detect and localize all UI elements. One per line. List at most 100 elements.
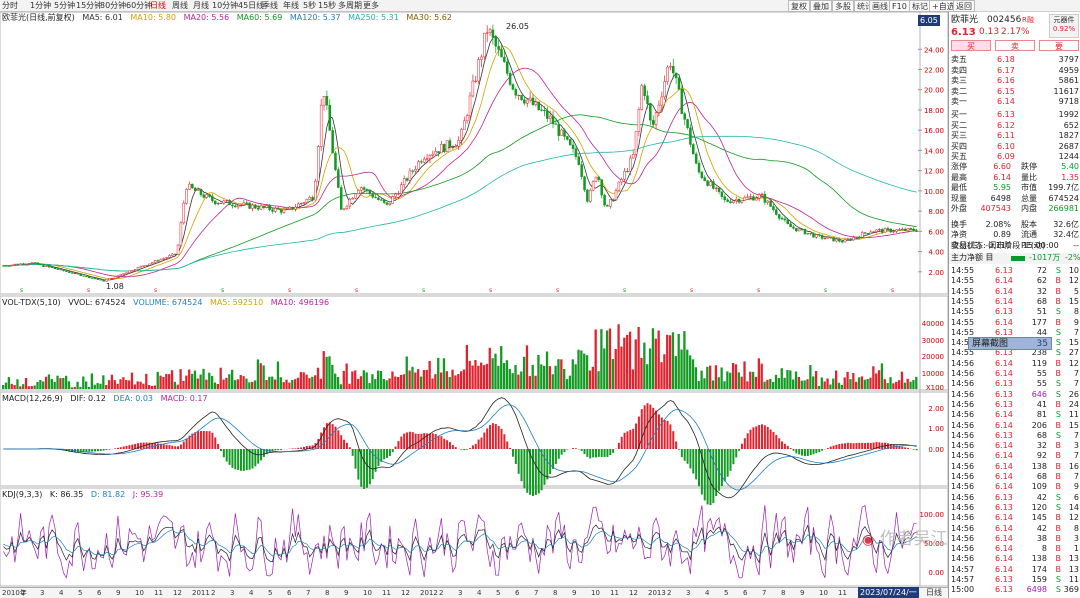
candle-body [314, 180, 317, 201]
trade-tab-1[interactable]: 卖 [995, 40, 1035, 51]
ask-row: 卖二 6.15 11617 [949, 87, 1080, 98]
vol-tick-label: 40000 [922, 320, 944, 328]
price-tick-label: 24.00 [924, 46, 944, 54]
candle-body [405, 178, 409, 181]
candle-body [420, 161, 423, 163]
candle-body [171, 253, 174, 256]
capital-flow-row[interactable]: 主力净额 目 -1017万 -2% [949, 253, 1080, 264]
candle-body [514, 89, 518, 96]
volume-bar [202, 368, 205, 389]
event-marker[interactable]: s [489, 287, 492, 294]
volume-bar [500, 346, 503, 389]
volume-bar [39, 379, 42, 389]
tick-side: S [1055, 502, 1061, 512]
event-marker[interactable]: s [355, 287, 358, 294]
tick-price: 6.13 [995, 307, 1013, 317]
screenshot-overlay[interactable]: 屏幕截图 35 [968, 337, 1052, 350]
event-marker[interactable]: s [623, 287, 626, 294]
volume-bar [445, 371, 448, 389]
volume-bar [585, 355, 589, 389]
event-marker[interactable]: s [87, 287, 90, 294]
tick-count: 7 [1073, 379, 1079, 389]
tick-row: 14:55 6.14 32 B 5 [949, 287, 1080, 298]
tick-side: S [1055, 379, 1061, 389]
volume-bar [600, 329, 603, 389]
sector-badge[interactable]: 元器件 0.92% [1049, 14, 1079, 38]
tick-count: 13 [1068, 554, 1079, 564]
toolbar-button-8[interactable]: 返回 [953, 0, 975, 12]
kdj-tick-label: 100.00 [920, 511, 945, 519]
volume-bar [99, 383, 102, 389]
candle-body [165, 257, 168, 259]
tick-count: 7 [1073, 472, 1079, 481]
stats-row: 最低 5.95 市值 199.7亿 [949, 183, 1080, 194]
volume-bar [73, 386, 76, 389]
volume-bar [534, 375, 537, 389]
event-marker[interactable]: s [757, 287, 760, 294]
tick-price: 6.14 [995, 358, 1013, 368]
event-marker[interactable]: s [891, 287, 894, 294]
low-price-label: 1.08 [106, 282, 124, 291]
volume-bar [709, 365, 712, 389]
tick-count: 12 [1068, 276, 1079, 286]
trade-tab-0[interactable]: 买 [951, 40, 991, 51]
volume-bar [689, 355, 692, 389]
tick-side: B [1055, 482, 1062, 492]
event-marker[interactable]: s [556, 287, 559, 294]
candle-body [488, 29, 492, 34]
tick-price: 6.14 [995, 523, 1013, 533]
event-marker[interactable]: s [690, 287, 693, 294]
tick-price: 6.14 [995, 420, 1013, 430]
event-marker[interactable]: s [824, 287, 827, 294]
candle-body [792, 226, 795, 229]
candle-body [780, 217, 784, 220]
candle-body [99, 279, 103, 281]
tick-price: 6.13 [995, 399, 1013, 409]
volume-bar [179, 369, 182, 389]
candle-body [168, 255, 171, 258]
j-label: J: 95.39 [132, 490, 164, 499]
date-axis-tick: 6 [515, 589, 520, 597]
event-marker[interactable]: s [154, 287, 157, 294]
tick-volume: 92 [1036, 451, 1047, 461]
tick-time: 14:56 [951, 379, 975, 389]
tick-side: B [1055, 544, 1062, 554]
candle-body [588, 189, 592, 202]
volume-bar [720, 367, 723, 389]
candle-body [271, 209, 274, 212]
volume-bar [127, 380, 131, 389]
volume-bar [2, 385, 5, 389]
volume-bar [777, 377, 781, 389]
event-marker[interactable]: s [288, 287, 291, 294]
volume-bar [145, 373, 148, 389]
trade-tab-2[interactable]: 要 [1039, 40, 1079, 51]
candle-body [317, 146, 320, 182]
stat-label: 现量 [951, 193, 967, 203]
panel-frame-0 [0, 11, 948, 295]
volume-bar [554, 365, 557, 389]
tick-price: 6.14 [995, 410, 1013, 420]
event-marker[interactable]: s [221, 287, 224, 294]
volume-bar [485, 363, 489, 389]
candle-body [629, 157, 632, 172]
volume-bar [628, 331, 632, 389]
volume-bar [906, 378, 909, 389]
volume-bar [494, 353, 497, 389]
event-marker[interactable]: s [422, 287, 425, 294]
event-marker[interactable]: s [20, 287, 23, 294]
tick-count: 12 [1068, 358, 1079, 368]
stat-value: 32.4亿 [1053, 230, 1079, 239]
price-tick-label: 2.00 [928, 269, 944, 277]
tick-volume: 68 [1036, 430, 1047, 440]
axis-mode-label[interactable]: 日线 [926, 587, 942, 598]
price-tick-label: 8.00 [928, 208, 944, 216]
book-volume: 1244 [1058, 152, 1079, 161]
volume-bar [457, 374, 460, 389]
candle-body [368, 189, 372, 194]
tick-row: 14:56 6.14 109 B 9 [949, 482, 1080, 493]
tick-time: 14:56 [951, 451, 975, 461]
candle-body [205, 194, 208, 198]
tick-row: 14:55 6.13 51 S 8 [949, 307, 1080, 318]
volume-bar [251, 381, 254, 389]
stat-value: 6.60 [993, 162, 1011, 171]
